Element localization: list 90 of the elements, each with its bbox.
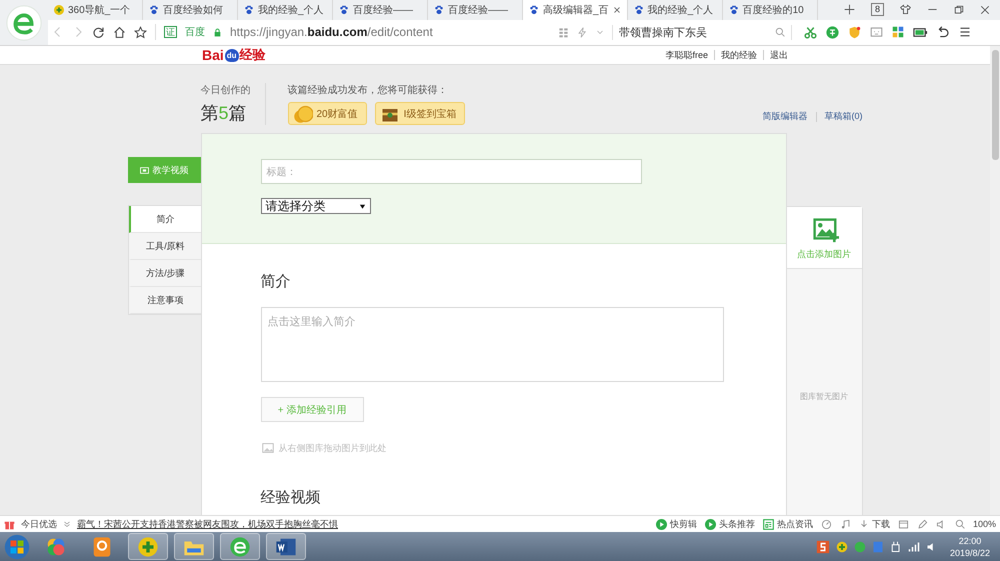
pdf-icon <box>91 536 113 558</box>
taskbar-app[interactable] <box>220 533 260 560</box>
chevron-down-icon[interactable] <box>63 520 71 528</box>
browser-logo-icon[interactable] <box>854 540 866 552</box>
home-icon[interactable] <box>113 26 126 39</box>
news-icon <box>762 518 774 530</box>
taskbar-clock[interactable]: 22:00 2019/8/22 <box>944 534 996 558</box>
translate-icon[interactable] <box>826 26 839 39</box>
close-icon[interactable] <box>980 4 990 15</box>
news-headline-link[interactable]: 霸气！宋茜公开支持香港警察被网友围攻，机场双手抱胸丝毫不惧 <box>77 518 338 530</box>
section-heading: 经验视频 <box>260 491 320 505</box>
film-icon <box>140 166 148 174</box>
shield-icon[interactable] <box>848 26 861 39</box>
status-item[interactable]: 头条推荐 <box>704 518 755 530</box>
status-item[interactable]: 快剪辑 <box>656 518 697 530</box>
reload-icon[interactable] <box>92 26 105 39</box>
apps-icon[interactable] <box>892 26 904 38</box>
paw-icon <box>634 4 644 15</box>
tab-count[interactable]: 8 <box>870 3 884 16</box>
site-name: 百度 <box>185 26 205 40</box>
scrollbar-thumb[interactable] <box>992 50 998 160</box>
reward-chip: 20财富值 <box>288 102 367 125</box>
paw-icon <box>149 4 159 15</box>
star-icon[interactable] <box>134 26 147 39</box>
play-icon <box>704 518 716 530</box>
zoom-icon[interactable] <box>954 519 965 529</box>
drag-hint: 从右侧图库拖动图片到此处 <box>278 442 386 454</box>
search-field[interactable]: 带领曹操南下东吴 <box>612 24 792 40</box>
plug-icon[interactable] <box>890 540 902 552</box>
menu-icon[interactable] <box>959 26 971 38</box>
restore-icon[interactable] <box>954 4 964 15</box>
screen-icon[interactable] <box>870 26 883 39</box>
article-count: 第5篇 <box>200 102 248 125</box>
plus-circle-icon[interactable] <box>836 540 848 552</box>
close-icon[interactable] <box>612 6 621 14</box>
undo-icon[interactable] <box>937 26 950 39</box>
signal-icon[interactable] <box>908 540 920 552</box>
address-url[interactable]: https://jingyan.baidu.com/edit/content <box>230 25 550 40</box>
header-link[interactable]: 我的经验 <box>721 48 757 62</box>
editor-link[interactable]: 草稿箱(0) <box>824 110 862 123</box>
section-nav-item[interactable]: 方法/步骤 <box>128 260 200 287</box>
header-link[interactable]: 李聪聪free <box>665 48 708 62</box>
paw-icon <box>434 4 444 15</box>
browser-logo-icon <box>229 536 251 558</box>
paw-icon <box>529 4 539 15</box>
play-icon <box>656 518 667 530</box>
grid-icon[interactable] <box>558 26 569 38</box>
image-icon <box>260 441 274 455</box>
taskbar-app[interactable] <box>174 533 214 560</box>
section-nav-item[interactable]: 工具/原料 <box>128 233 200 260</box>
paw-icon <box>728 4 739 15</box>
reward-label: 该篇经验成功发布，您将可能获得： <box>288 84 448 97</box>
download-icon <box>858 519 869 529</box>
paw-icon <box>339 4 349 15</box>
verified-badge: 证 <box>164 26 177 38</box>
category-select[interactable]: 请选择分类 <box>260 198 370 214</box>
pen-icon[interactable] <box>916 518 928 530</box>
lightning-icon[interactable] <box>577 26 588 38</box>
browser-logo-icon <box>5 4 43 42</box>
search-icon <box>775 27 785 38</box>
section-heading: 简介 <box>260 272 290 291</box>
section-nav-item[interactable]: 简介 <box>128 206 200 233</box>
shirt-icon[interactable] <box>900 4 911 16</box>
taskbar-app[interactable] <box>266 533 306 560</box>
browser-tab[interactable]: 高级编辑器_百 <box>523 0 628 20</box>
caret-icon[interactable] <box>596 28 604 36</box>
start-orb-icon[interactable] <box>4 534 30 560</box>
status-label[interactable]: 今日优选 <box>21 518 57 530</box>
taskbar-app[interactable] <box>128 533 168 560</box>
download-item[interactable]: 下载 <box>858 518 890 530</box>
plus-circle-icon <box>54 4 64 15</box>
editor-link[interactable]: 简版编辑器 <box>762 110 808 123</box>
zoom-level[interactable]: 100% <box>972 519 996 529</box>
paw-icon <box>244 4 254 15</box>
gallery-empty-text: 图库暂无图片 <box>800 391 848 402</box>
window-icon[interactable] <box>898 518 909 530</box>
reward-chip: I级签到宝箱 <box>374 102 466 125</box>
note-icon[interactable] <box>840 518 851 530</box>
site-logo[interactable]: Bai du 经验 <box>202 46 266 64</box>
coins-icon <box>292 104 312 124</box>
plus-circle-icon <box>137 536 159 558</box>
gauge-icon[interactable] <box>820 518 832 530</box>
new-tab-icon[interactable] <box>844 4 855 16</box>
scissors-icon[interactable] <box>804 26 817 39</box>
status-item[interactable]: 热点资讯 <box>762 518 813 530</box>
today-label: 今日创作的 <box>200 84 250 97</box>
section-nav-item[interactable]: 注意事项 <box>128 287 200 314</box>
caret-icon <box>358 202 366 210</box>
lock-icon <box>213 28 222 37</box>
header-link[interactable]: 退出 <box>770 48 788 62</box>
